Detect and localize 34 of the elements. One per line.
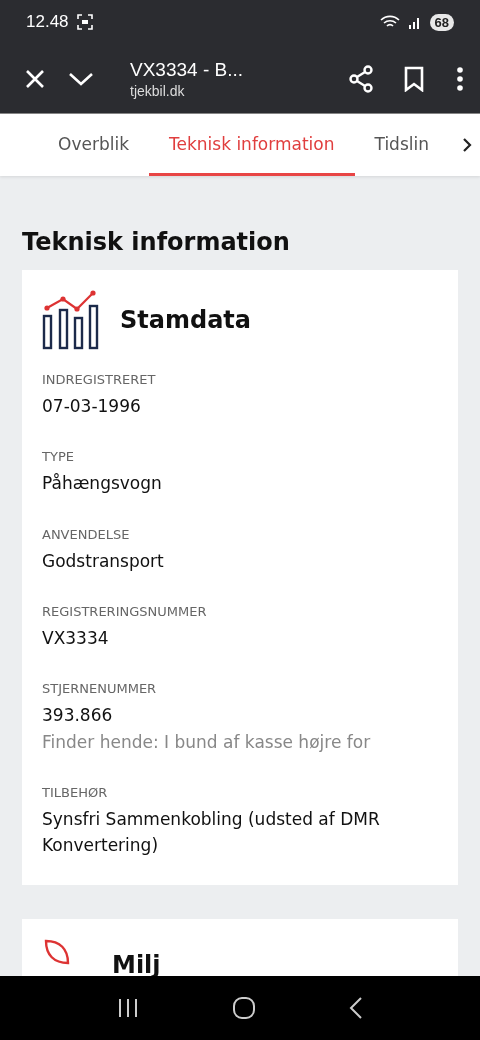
screen-record-icon (76, 14, 93, 30)
chevron-right-icon (462, 137, 472, 153)
tab[interactable]: Overblik (38, 114, 149, 176)
chart-icon (42, 290, 100, 350)
share-button[interactable] (348, 64, 374, 93)
signal-icon (407, 15, 422, 29)
field-value: Godstransport (42, 549, 165, 573)
field-label: INDREGISTRERET (42, 372, 157, 387)
field-value: 393.866 (42, 704, 114, 728)
tab[interactable]: Tidslin (354, 114, 449, 176)
card-title: Milj (112, 950, 161, 979)
field-label: TILBEHØR (42, 785, 109, 801)
page-title: VX3334 - B... (130, 58, 244, 81)
url: tjekbil.dk (130, 82, 186, 99)
field-label: STJERNENUMMER (42, 681, 158, 697)
collapse-button[interactable] (68, 70, 94, 87)
wifi-icon (379, 15, 400, 29)
tab[interactable]: Teknisk information (149, 114, 355, 176)
clock: 12.48 (26, 12, 69, 32)
scroll-right-button[interactable] (458, 114, 480, 176)
close-button[interactable] (24, 67, 46, 90)
section-heading: Teknisk information (22, 228, 291, 256)
field-value: Påhængsvogn (42, 472, 163, 496)
card-title: Stamdata (120, 306, 251, 334)
field-value: Synsfri Sammenkobling (udsted af DMR Konvertering) (42, 808, 381, 858)
field-label: ANVENDELSE (42, 526, 131, 542)
battery-level: 68 (429, 13, 454, 31)
field-value: VX3334 (42, 627, 110, 651)
field-label: REGISTRERINGSNUMMER (42, 604, 208, 620)
more-button[interactable] (456, 66, 464, 91)
field-note: Finder hende: I bund af kasse højre for (42, 730, 372, 754)
field-value: 07-03-1996 (42, 395, 142, 418)
field-label: TYPE (42, 449, 75, 465)
bookmark-button[interactable] (404, 65, 424, 92)
